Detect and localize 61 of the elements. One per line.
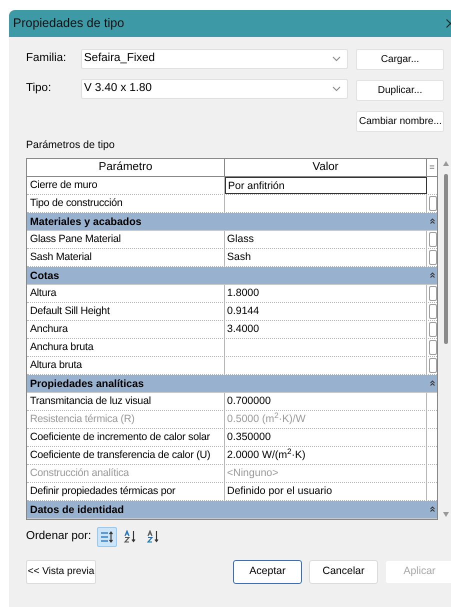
parameter-name: Sash Material [27, 248, 225, 266]
column-header[interactable]: Parámetro [27, 158, 225, 176]
collapse-icon[interactable] [430, 218, 434, 224]
parameter-name: Anchura [27, 320, 225, 338]
parameter-name: Cierre de muro [27, 176, 225, 194]
formula-button[interactable] [429, 358, 437, 373]
formula-button[interactable] [429, 340, 437, 355]
parameter-name: Resistencia térmica (R) [27, 410, 225, 428]
parameter-value[interactable]: 0.700000 [225, 392, 427, 410]
parameter-name: Anchura bruta [27, 338, 225, 356]
side-button[interactable]: Cargar... [356, 49, 444, 70]
parameter-value[interactable]: Por anfitrión [225, 176, 427, 194]
collapse-icon[interactable] [430, 272, 434, 278]
section-label: Parámetros de tipo [26, 138, 116, 153]
field-label: Tipo: [26, 81, 52, 96]
parameter-value[interactable]: 0.9144 [225, 302, 427, 320]
chevron-down-icon [332, 56, 341, 62]
dialog-button[interactable]: Aceptar [233, 560, 302, 584]
formula-button[interactable] [429, 196, 437, 211]
collapse-icon[interactable] [430, 380, 434, 386]
dialog-button[interactable]: Cancelar [309, 560, 378, 584]
parameter-name: Definir propiedades térmicas por [27, 482, 225, 500]
parameter-value[interactable]: 0.350000 [225, 428, 427, 446]
parameter-value[interactable]: 2.0000 W/(m$^{2}$·K) [225, 446, 427, 464]
parameter-name: Construcción analítica [27, 464, 225, 482]
parameter-name: Tipo de construcción [27, 194, 225, 212]
dropdown[interactable]: Sefaira_Fixed [81, 49, 348, 69]
formula-button[interactable] [429, 286, 437, 301]
parameter-value[interactable]: Definido por el usuario [225, 482, 427, 500]
formula-button[interactable] [429, 250, 437, 265]
sort-button[interactable] [97, 526, 118, 547]
window-title: Propiedades de tipo [13, 15, 126, 32]
parameter-name: Glass Pane Material [27, 230, 225, 248]
formula-button[interactable] [429, 322, 437, 337]
parameter-value[interactable]: 1.8000 [225, 284, 427, 302]
alpha-sort-icon [146, 530, 160, 544]
formula-button[interactable] [429, 304, 437, 319]
alpha-sort-icon [123, 530, 138, 544]
formula-button[interactable] [429, 232, 437, 247]
parameter-name: Default Sill Height [27, 302, 225, 320]
column-header[interactable]: = [427, 158, 437, 176]
collapse-icon[interactable] [430, 506, 434, 512]
parameter-value[interactable]: Glass [225, 230, 427, 248]
parameter-name: Altura bruta [27, 356, 225, 374]
column-header[interactable]: Valor [225, 158, 427, 176]
chevron-down-icon [332, 86, 341, 92]
parameter-name: Transmitancia de luz visual [27, 392, 225, 410]
sort-label: Ordenar por: [26, 529, 92, 544]
parameter-name: Coeficiente de incremento de calor solar [27, 428, 225, 446]
parameter-name: Altura [27, 284, 225, 302]
list-sort-icon [100, 530, 114, 543]
side-button[interactable]: Cambiar nombre... [356, 111, 444, 132]
preview-button[interactable]: << Vista previa [26, 560, 96, 584]
dropdown[interactable]: V 3.40 x 1.80 [81, 79, 348, 99]
scroll-up-icon[interactable] [443, 160, 449, 166]
side-button[interactable]: Duplicar... [356, 80, 444, 101]
parameter-name: Coeficiente de transferencia de calor (U) [27, 446, 225, 464]
field-label: Familia: [26, 51, 68, 66]
parameter-value[interactable]: Sash [225, 248, 427, 266]
scroll-down-icon[interactable] [443, 512, 449, 517]
parameter-value[interactable]: 3.4000 [225, 320, 427, 338]
